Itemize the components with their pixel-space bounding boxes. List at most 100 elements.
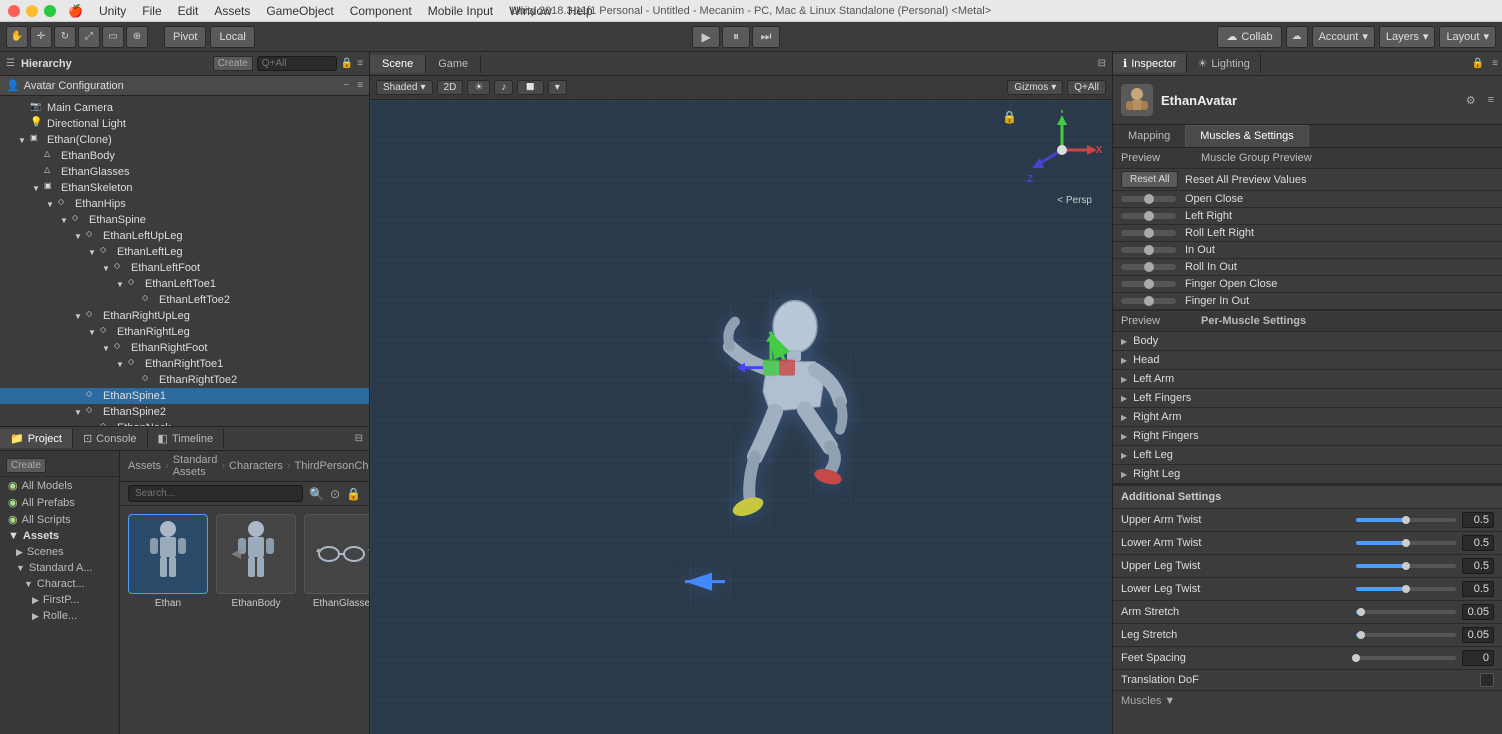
- edit-menu[interactable]: Edit: [178, 4, 199, 18]
- inspector-settings-icon[interactable]: ⚙: [1466, 94, 1476, 107]
- tree-item-ethan-glasses[interactable]: △ EthanGlasses: [0, 164, 369, 180]
- layout-dropdown[interactable]: Layout ▾: [1439, 26, 1496, 48]
- tree-item-ethan-left-toe1[interactable]: ▼ ◇ EthanLeftToe1: [0, 276, 369, 292]
- expand-arrow[interactable]: ▼: [88, 424, 100, 427]
- inspector-more-icon[interactable]: ≡: [1488, 94, 1494, 106]
- project-create-btn[interactable]: Create: [6, 458, 46, 473]
- setting-slider[interactable]: [1356, 541, 1456, 545]
- translation-dof-checkbox[interactable]: [1480, 673, 1494, 687]
- per-muscle-right-fingers[interactable]: ▶ Right Fingers: [1113, 427, 1502, 446]
- expand-arrow[interactable]: ▼: [74, 232, 86, 241]
- setting-slider[interactable]: [1356, 656, 1456, 660]
- sidebar-scenes[interactable]: ▶ Scenes: [0, 544, 119, 560]
- effects-button[interactable]: 🔲: [517, 80, 543, 95]
- tab-project[interactable]: 📁 Project: [0, 429, 73, 448]
- tree-item-ethan-left-toe2[interactable]: ◇ EthanLeftToe2: [0, 292, 369, 308]
- scene-view[interactable]: 🔒 Y X Z: [370, 100, 1112, 734]
- tree-item-ethan-right-leg[interactable]: ▼ ◇ EthanRightLeg: [0, 324, 369, 340]
- per-muscle-left-leg[interactable]: ▶ Left Leg: [1113, 446, 1502, 465]
- sidebar-standard-assets[interactable]: ▼ Standard A...: [0, 560, 119, 576]
- setting-slider[interactable]: [1356, 518, 1456, 522]
- asset-ethanglasses[interactable]: EthanGlasses: [304, 514, 369, 609]
- mobileinput-menu[interactable]: Mobile Input: [428, 4, 493, 18]
- muscles-more[interactable]: Muscles ▼: [1113, 691, 1502, 711]
- muscle-slider[interactable]: [1121, 281, 1176, 287]
- tree-item-ethan-spine1[interactable]: ◇ EthanSpine1: [0, 388, 369, 404]
- shading-dropdown[interactable]: Shaded ▾: [376, 80, 433, 95]
- tab-scene[interactable]: Scene: [370, 55, 426, 73]
- hierarchy-lock-icon[interactable]: 🔒: [341, 58, 353, 69]
- layers-dropdown[interactable]: Layers ▾: [1379, 26, 1436, 48]
- light-button[interactable]: ☀: [467, 80, 490, 95]
- muscle-slider[interactable]: [1121, 213, 1176, 219]
- per-muscle-left-arm[interactable]: ▶ Left Arm: [1113, 370, 1502, 389]
- step-button[interactable]: ⏭: [752, 26, 780, 48]
- expand-arrow[interactable]: ▼: [88, 248, 100, 257]
- component-menu[interactable]: Component: [350, 4, 412, 18]
- tree-item-ethan-spine2[interactable]: ▼ ◇ EthanSpine2: [0, 404, 369, 420]
- expand-arrow[interactable]: ▼: [102, 344, 114, 353]
- setting-slider[interactable]: [1356, 610, 1456, 614]
- tree-item-ethan-spine[interactable]: ▼ ◇ EthanSpine: [0, 212, 369, 228]
- per-muscle-right-leg[interactable]: ▶ Right Leg: [1113, 465, 1502, 484]
- expand-arrow[interactable]: ▼: [88, 328, 100, 337]
- apple-menu[interactable]: 🍎: [68, 4, 83, 18]
- pause-button[interactable]: ⏸: [722, 26, 750, 48]
- per-muscle-head[interactable]: ▶ Head: [1113, 351, 1502, 370]
- muscle-slider[interactable]: [1121, 264, 1176, 270]
- expand-arrow[interactable]: ▼: [116, 360, 128, 369]
- search-icon[interactable]: 🔍: [309, 487, 324, 501]
- hierarchy-search[interactable]: [257, 56, 337, 71]
- avatar-config-menu[interactable]: ≡: [357, 80, 363, 91]
- muscle-slider[interactable]: [1121, 196, 1176, 202]
- setting-slider[interactable]: [1356, 633, 1456, 637]
- account-dropdown[interactable]: Account ▾: [1312, 26, 1375, 48]
- close-button[interactable]: [8, 5, 20, 17]
- tab-mapping[interactable]: Mapping: [1113, 125, 1185, 147]
- inspector-lock-icon[interactable]: 🔒: [1468, 58, 1488, 69]
- unity-menu[interactable]: Unity: [99, 4, 126, 18]
- sidebar-firstperson[interactable]: ▶ FirstP...: [0, 592, 119, 608]
- tree-item-ethan-left-leg[interactable]: ▼ ◇ EthanLeftLeg: [0, 244, 369, 260]
- gizmos-dropdown[interactable]: Gizmos ▾: [1007, 80, 1063, 95]
- filter-icon[interactable]: ⊙: [330, 487, 340, 501]
- maximize-button[interactable]: [44, 5, 56, 17]
- hierarchy-menu-icon[interactable]: ≡: [357, 58, 363, 69]
- 2d-button[interactable]: 2D: [437, 80, 464, 95]
- cloud-button[interactable]: ☁: [1286, 26, 1308, 48]
- sidebar-all-prefabs[interactable]: ◉ All Prefabs: [0, 494, 119, 511]
- tree-item-ethan-body[interactable]: △ EthanBody: [0, 148, 369, 164]
- setting-slider[interactable]: [1356, 564, 1456, 568]
- expand-arrow[interactable]: ▼: [74, 312, 86, 321]
- tab-muscles-settings[interactable]: Muscles & Settings: [1185, 125, 1309, 147]
- audio-button[interactable]: ♪: [494, 80, 513, 95]
- per-muscle-body[interactable]: ▶ Body: [1113, 332, 1502, 351]
- tab-inspector[interactable]: ℹ Inspector: [1113, 54, 1187, 73]
- play-button[interactable]: ▶: [692, 26, 720, 48]
- move-tool[interactable]: ✛: [30, 26, 52, 48]
- hand-tool[interactable]: ✋: [6, 26, 28, 48]
- muscle-slider[interactable]: [1121, 298, 1176, 304]
- expand-arrow[interactable]: ▼: [46, 200, 58, 209]
- reset-all-button[interactable]: Reset All: [1121, 171, 1178, 188]
- avatar-config-minus[interactable]: −: [343, 80, 349, 91]
- sidebar-characters[interactable]: ▼ Charact...: [0, 576, 119, 592]
- expand-arrow[interactable]: ▼: [32, 184, 44, 193]
- sidebar-all-scripts[interactable]: ◉ All Scripts: [0, 511, 119, 528]
- tree-item-ethan-left-foot[interactable]: ▼ ◇ EthanLeftFoot: [0, 260, 369, 276]
- expand-arrow[interactable]: ▼: [60, 216, 72, 225]
- tree-item-ethan-left-up-leg[interactable]: ▼ ◇ EthanLeftUpLeg: [0, 228, 369, 244]
- assets-search[interactable]: [128, 485, 303, 502]
- project-expand-icon[interactable]: ⊟: [349, 433, 369, 444]
- sidebar-roller[interactable]: ▶ Rolle...: [0, 608, 119, 624]
- asset-ethanbody-1[interactable]: EthanBody: [216, 514, 296, 609]
- window-controls[interactable]: [8, 5, 56, 17]
- per-muscle-right-arm[interactable]: ▶ Right Arm: [1113, 408, 1502, 427]
- gameobject-menu[interactable]: GameObject: [266, 4, 333, 18]
- muscle-slider[interactable]: [1121, 247, 1176, 253]
- q-all-dropdown[interactable]: Q+All: [1067, 80, 1106, 95]
- tree-item-ethan-clone[interactable]: ▼ ▣ Ethan(Clone): [0, 132, 369, 148]
- tab-lighting[interactable]: ☀ Lighting: [1187, 54, 1260, 73]
- rotate-tool[interactable]: ↻: [54, 26, 76, 48]
- tab-console[interactable]: ⊡ Console: [73, 429, 148, 448]
